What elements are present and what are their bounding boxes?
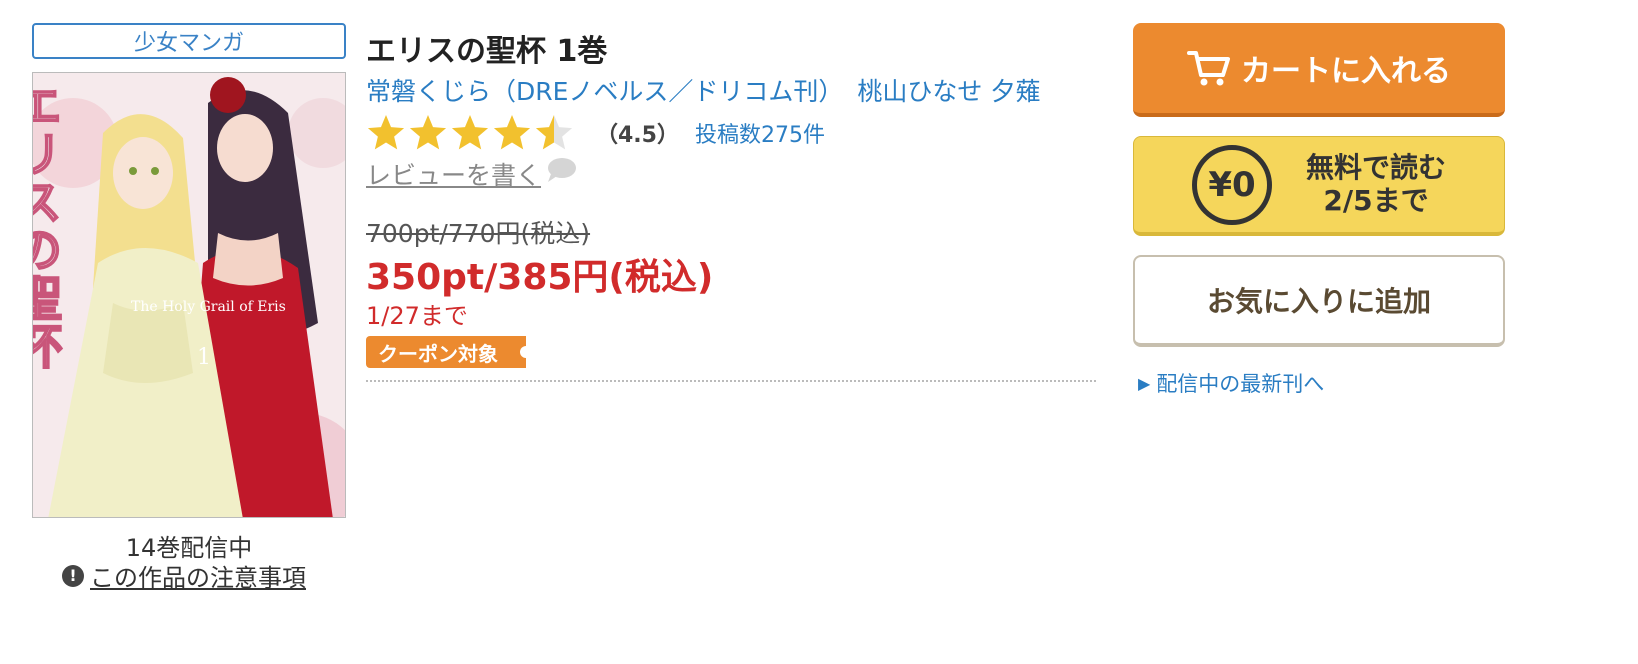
add-favorite-label: お気に入りに追加 (1206, 285, 1431, 318)
cover-volume-number: 1 (197, 345, 211, 370)
author-link[interactable]: 桃山ひなせ (857, 77, 982, 106)
sale-end-date: 1/27まで (366, 302, 468, 330)
yen-zero-icon: ¥0 (1191, 144, 1272, 225)
read-free-button[interactable]: ¥0 無料で読む 2/5まで (1133, 136, 1505, 236)
star-icon (409, 115, 447, 150)
write-review-row[interactable]: レビューを書く (366, 156, 577, 192)
rating-score: （4.5） (596, 123, 679, 148)
book-cover-image[interactable]: エリスの聖杯 The Holy Grail of Eris 1 (32, 72, 346, 518)
read-free-line1: 無料で読む (1305, 151, 1446, 185)
speech-bubble-icon (548, 158, 577, 182)
cart-icon (1187, 51, 1230, 86)
latest-volume-link[interactable]: 配信中の最新刊へ (1156, 368, 1324, 398)
latest-volume-link-row[interactable]: ▶ 配信中の最新刊へ (1138, 368, 1324, 398)
add-to-cart-button[interactable]: カートに入れる (1133, 23, 1505, 117)
read-free-label: 無料で読む 2/5まで (1305, 151, 1446, 217)
genre-badge[interactable]: 少女マンガ (32, 23, 346, 59)
notice-row[interactable]: ! この作品の注意事項 (62, 558, 306, 593)
coupon-notch (520, 346, 532, 358)
review-count-link[interactable]: 投稿数275件 (695, 117, 825, 149)
book-title: エリスの聖杯 1巻 (366, 34, 608, 69)
triangle-right-icon: ▶ (1138, 373, 1151, 393)
author-link[interactable]: 常磐くじら（DREノベルス／ドリコム刊） (366, 77, 843, 106)
coupon-badge: クーポン対象 (366, 336, 532, 368)
star-rating (366, 113, 576, 153)
star-icon (493, 115, 531, 150)
rating-row: （4.5） 投稿数275件 (366, 113, 825, 153)
cover-title-text: エリスの聖杯 (32, 80, 62, 370)
original-price: 700pt/770円(税込) (366, 219, 591, 248)
cover-illustration (33, 73, 345, 517)
star-icon (367, 115, 405, 150)
author-link[interactable]: 夕薙 (990, 77, 1040, 106)
notice-link[interactable]: この作品の注意事項 (90, 558, 306, 593)
sale-price: 350pt/385円(税込) (366, 257, 714, 298)
coupon-label: クーポン対象 (378, 341, 498, 366)
warning-icon: ! (62, 564, 84, 587)
add-to-cart-label: カートに入れる (1241, 54, 1451, 89)
read-free-line2: 2/5まで (1323, 183, 1429, 217)
author-list: 常磐くじら（DREノベルス／ドリコム刊） 桃山ひなせ 夕薙 (366, 72, 1054, 108)
star-icon (535, 115, 573, 150)
divider (366, 380, 1096, 382)
star-icon (451, 115, 489, 150)
cover-subtitle: The Holy Grail of Eris (131, 299, 286, 315)
write-review-link[interactable]: レビューを書く (366, 156, 541, 192)
add-favorite-button[interactable]: お気に入りに追加 (1133, 255, 1505, 347)
